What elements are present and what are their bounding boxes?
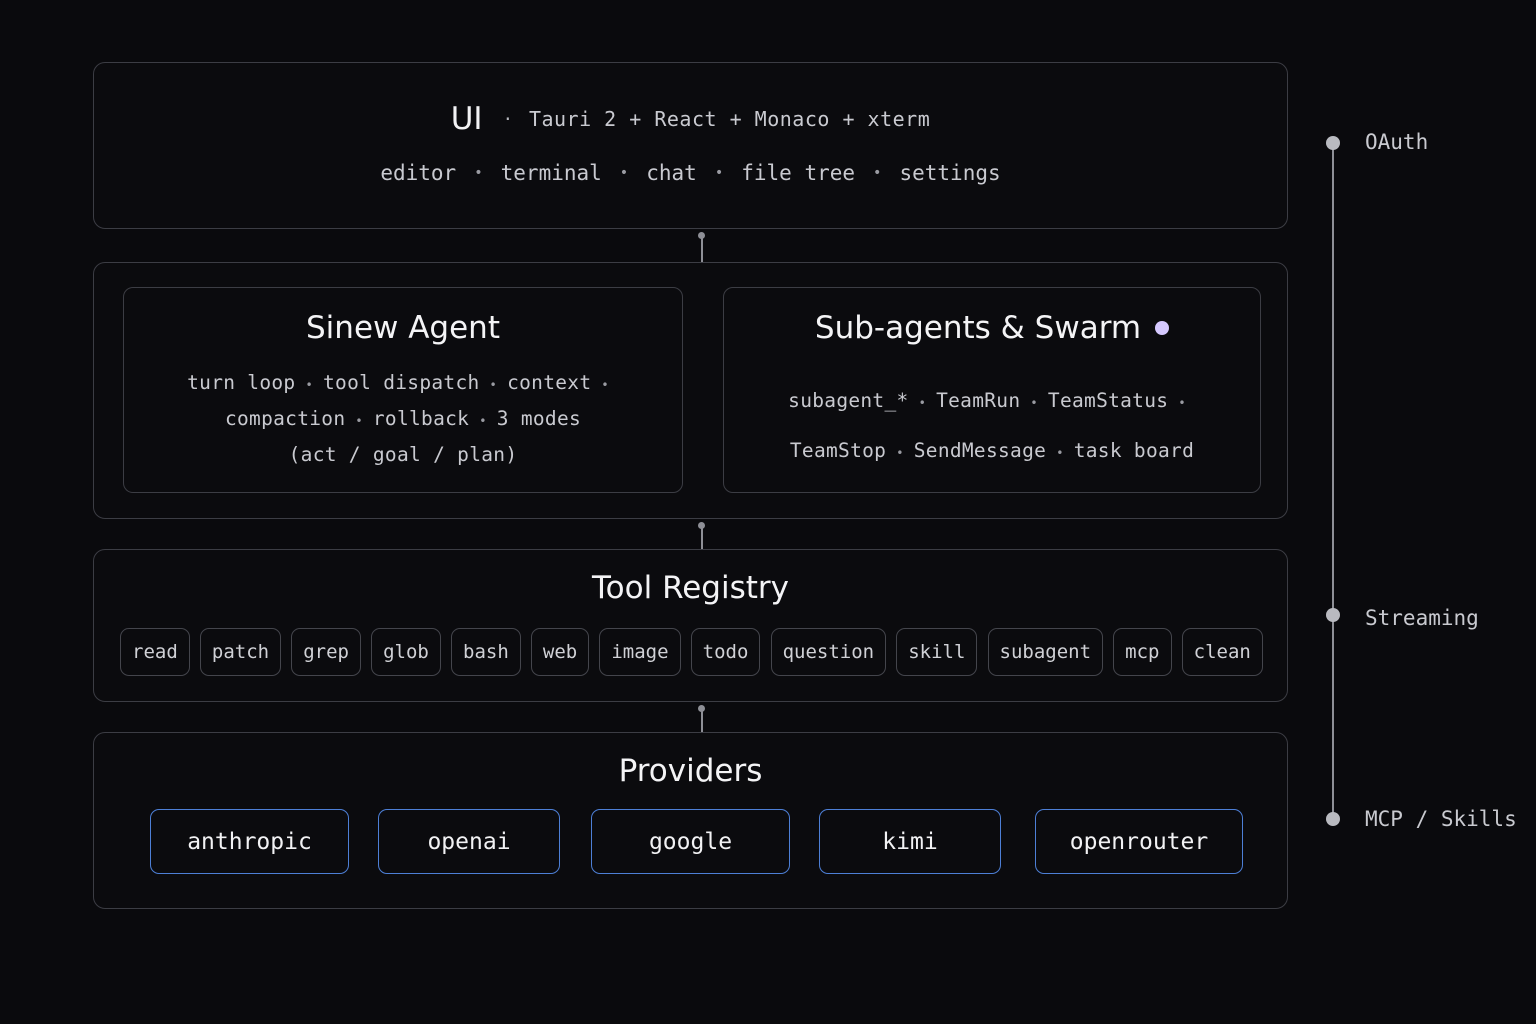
tool-chip-skill: skill	[896, 628, 978, 676]
separator-dot: •	[601, 378, 609, 392]
tool-registry-layer: Tool Registry read patch grep glob bash …	[93, 549, 1288, 702]
separator-dot: •	[714, 165, 724, 181]
separator-dot: •	[489, 378, 498, 392]
separator-dot: •	[305, 378, 314, 392]
connector-line	[701, 709, 703, 732]
separator-dot: •	[479, 414, 487, 428]
connector-dot	[698, 522, 705, 529]
swarm-feature: TeamStatus	[1047, 389, 1169, 412]
separator-dot: •	[474, 165, 483, 181]
tool-chip-read: read	[120, 628, 190, 676]
swarm-feature: subagent_*	[788, 389, 909, 412]
sinew-agent-title: Sinew Agent	[306, 310, 500, 346]
separator-dot: •	[873, 165, 882, 181]
separator-dot: ·	[504, 107, 511, 131]
connector-dot	[698, 232, 705, 239]
ui-layer-stack: Tauri 2 + React + Monaco + xterm	[528, 107, 931, 131]
swarm-box: Sub-agents & Swarm subagent_* • TeamRun • Te…	[723, 287, 1261, 493]
tool-chip-patch: patch	[199, 628, 282, 676]
cross-cutting-rail	[1332, 142, 1334, 820]
separator-dot: •	[918, 396, 927, 410]
rail-label-oauth: OAuth	[1365, 130, 1429, 154]
tool-chip-mcp: mcp	[1113, 628, 1172, 676]
tool-list: read patch grep glob bash web image todo…	[120, 628, 1263, 676]
separator-dot: •	[619, 165, 629, 181]
separator-dot: •	[1178, 396, 1186, 410]
separator-dot: •	[896, 446, 904, 460]
provider-anthropic: anthropic	[150, 809, 349, 874]
rail-node	[1326, 812, 1340, 826]
provider-google: google	[591, 809, 790, 874]
swarm-feature: TeamRun	[936, 389, 1021, 412]
swarm-title: Sub-agents & Swarm	[724, 310, 1260, 346]
ui-layer: UI · Tauri 2 + React + Monaco + xterm edit…	[93, 62, 1288, 229]
provider-openai: openai	[378, 809, 560, 874]
ui-feature: chat	[646, 161, 697, 185]
provider-kimi: kimi	[819, 809, 1001, 874]
sinew-feature: compaction	[224, 407, 346, 430]
connector-dot	[698, 705, 705, 712]
swarm-feature: SendMessage	[913, 439, 1047, 462]
ui-feature: terminal	[500, 161, 602, 185]
swarm-feature: TeamStop	[789, 439, 887, 462]
separator-dot: •	[1056, 446, 1064, 460]
ui-feature: editor	[380, 161, 457, 185]
ui-layer-title: UI	[450, 101, 483, 137]
connector-line	[701, 236, 703, 262]
sinew-feature: rollback	[372, 407, 470, 430]
status-dot-icon	[1155, 320, 1170, 335]
sinew-feature: turn loop	[187, 371, 296, 394]
separator-dot: •	[355, 414, 363, 428]
rail-node	[1326, 608, 1340, 622]
rail-label-mcp-skills: MCP / Skills	[1365, 807, 1517, 831]
providers-layer: Providers anthropic openai google kimi o…	[93, 732, 1288, 909]
ui-feature-list: editor • terminal • chat • file tree • s…	[94, 161, 1287, 185]
sinew-agent-description: turn loop • tool dispatch • context • compact…	[124, 366, 682, 472]
rail-node	[1326, 136, 1340, 150]
tool-registry-title: Tool Registry	[592, 570, 789, 606]
rail-label-streaming: Streaming	[1365, 606, 1479, 630]
agent-layer: Sinew Agent turn loop • tool dispatch • cont…	[93, 262, 1288, 519]
sinew-modes: (act / goal / plan)	[288, 443, 518, 466]
swarm-title-text: Sub-agents & Swarm	[814, 310, 1142, 346]
swarm-description: subagent_* • TeamRun • TeamStatus • TeamStop •…	[724, 377, 1260, 477]
tool-chip-web: web	[530, 628, 590, 676]
tool-chip-clean: clean	[1181, 628, 1263, 676]
tool-chip-question: question	[770, 628, 887, 676]
ui-layer-header: UI · Tauri 2 + React + Monaco + xterm	[94, 101, 1287, 137]
tool-chip-todo: todo	[690, 628, 761, 676]
ui-feature: settings	[899, 161, 1001, 185]
tool-chip-image: image	[599, 628, 681, 676]
separator-dot: •	[1030, 396, 1038, 410]
providers-title: Providers	[618, 753, 763, 789]
sinew-feature: tool dispatch	[323, 371, 480, 394]
connector-line	[701, 527, 703, 549]
swarm-feature: task board	[1073, 439, 1195, 462]
ui-feature: file tree	[741, 161, 856, 185]
sinew-agent-box: Sinew Agent turn loop • tool dispatch • cont…	[123, 287, 683, 493]
provider-openrouter: openrouter	[1035, 809, 1243, 874]
tool-chip-grep: grep	[291, 628, 361, 676]
tool-chip-subagent: subagent	[987, 628, 1104, 676]
sinew-feature: 3 modes	[496, 407, 582, 430]
tool-chip-glob: glob	[371, 628, 441, 676]
tool-chip-bash: bash	[451, 628, 521, 676]
sinew-feature: context	[507, 371, 592, 394]
